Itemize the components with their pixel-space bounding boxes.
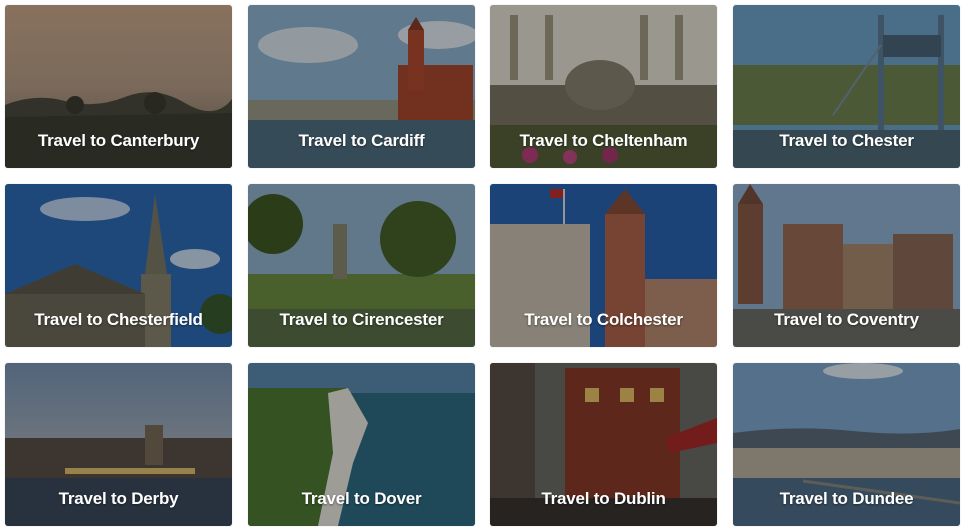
destination-label: Travel to Chesterfield bbox=[34, 310, 203, 329]
destination-label: Travel to Chester bbox=[779, 131, 914, 150]
destination-label: Travel to Derby bbox=[58, 489, 179, 508]
destination-label: Travel to Cardiff bbox=[298, 131, 425, 150]
destination-label: Travel to Cirencester bbox=[279, 310, 444, 329]
destination-label: Travel to Dublin bbox=[541, 489, 666, 508]
destination-label: Travel to Colchester bbox=[524, 310, 683, 329]
destination-card-dundee[interactable]: Travel to Dundee bbox=[733, 363, 960, 526]
destination-card-coventry[interactable]: Travel to Coventry bbox=[733, 184, 960, 347]
destination-label: Travel to Dover bbox=[301, 489, 422, 508]
destination-card-colchester[interactable]: Travel to Colchester bbox=[490, 184, 717, 347]
destination-grid: Travel to Canterbury Travel to Cardiff T… bbox=[0, 0, 966, 531]
destination-label: Travel to Dundee bbox=[779, 489, 914, 508]
destination-card-cirencester[interactable]: Travel to Cirencester bbox=[248, 184, 475, 347]
destination-label: Travel to Coventry bbox=[774, 310, 919, 329]
destination-card-dover[interactable]: Travel to Dover bbox=[248, 363, 475, 526]
destination-card-cardiff[interactable]: Travel to Cardiff bbox=[248, 5, 475, 168]
destination-card-chesterfield[interactable]: Travel to Chesterfield bbox=[5, 184, 232, 347]
destination-label: Travel to Cheltenham bbox=[519, 131, 688, 150]
destination-label: Travel to Canterbury bbox=[37, 131, 200, 150]
destination-card-derby[interactable]: Travel to Derby bbox=[5, 363, 232, 526]
destination-card-dublin[interactable]: Travel to Dublin bbox=[490, 363, 717, 526]
destination-card-cheltenham[interactable]: Travel to Cheltenham bbox=[490, 5, 717, 168]
destination-card-canterbury[interactable]: Travel to Canterbury bbox=[5, 5, 232, 168]
destination-card-chester[interactable]: Travel to Chester bbox=[733, 5, 960, 168]
